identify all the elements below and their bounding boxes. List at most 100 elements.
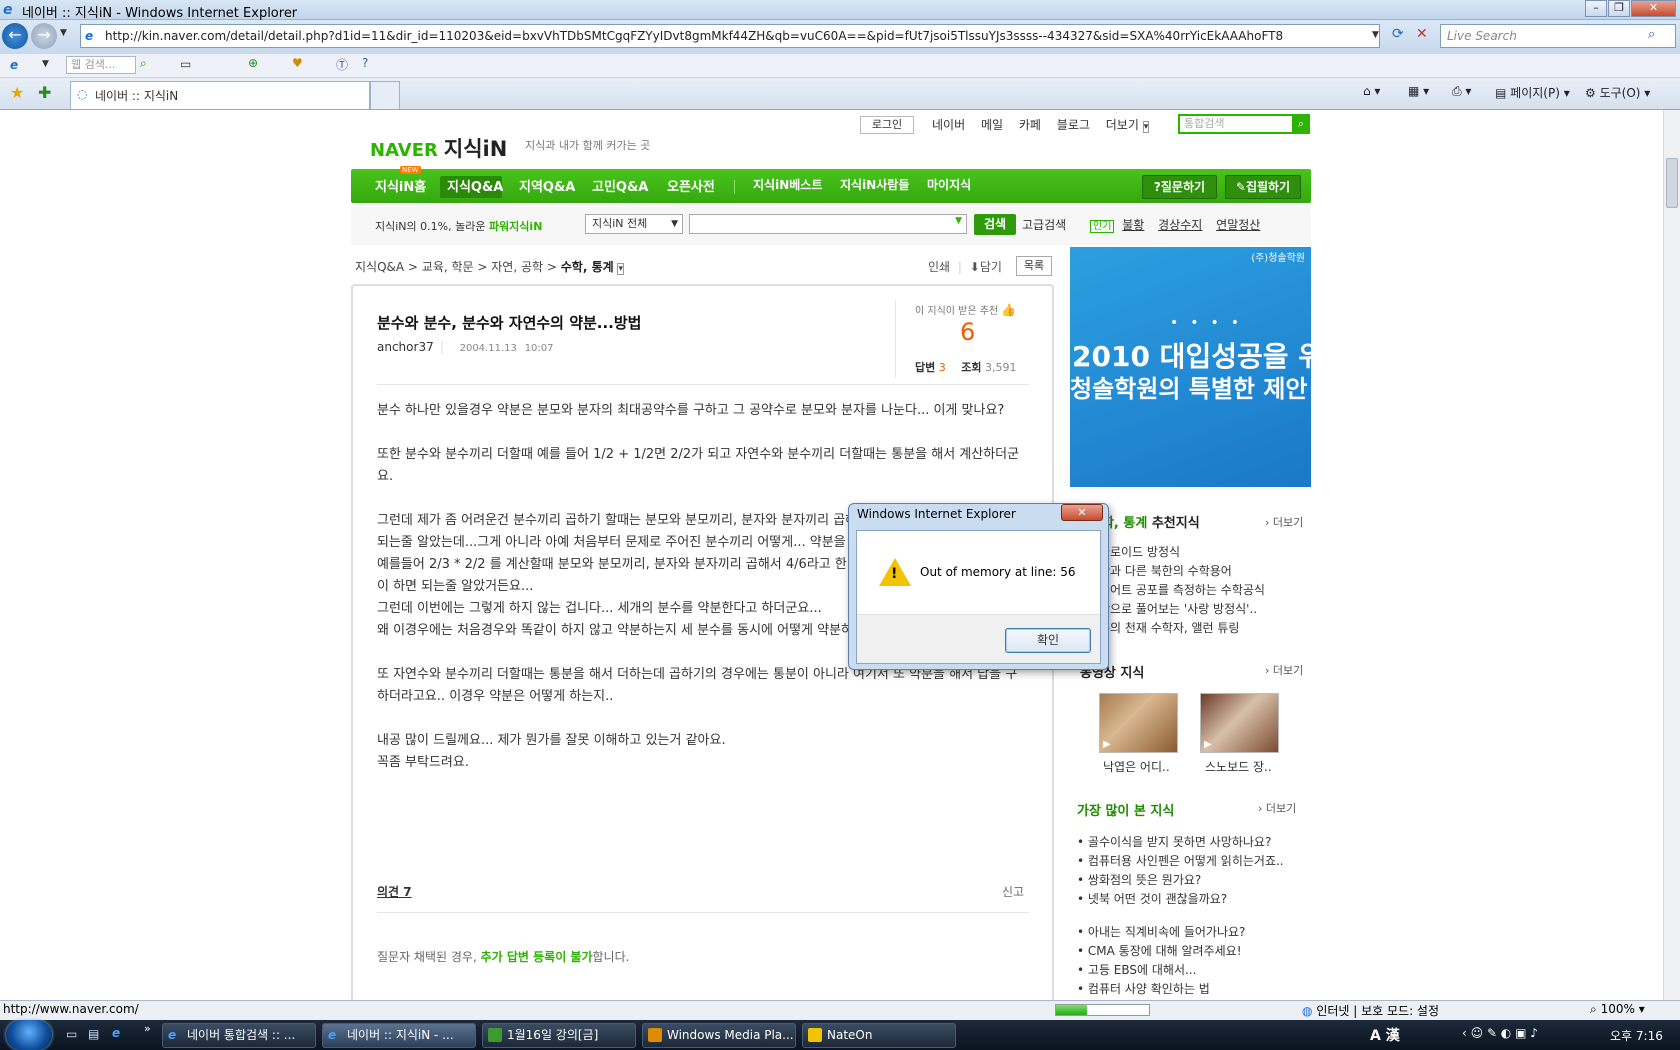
opinions-link[interactable]: 의견 7: [377, 883, 412, 900]
integrated-search-input[interactable]: 통합검색: [1178, 114, 1308, 134]
add-icon[interactable]: ⊕: [248, 56, 258, 70]
feeds-icon[interactable]: ▦ ▾: [1408, 84, 1429, 98]
save-link[interactable]: 담기: [980, 260, 1002, 274]
toolbar-window-icon[interactable]: ▭: [180, 57, 191, 71]
vertical-scrollbar[interactable]: [1663, 110, 1680, 1000]
maximize-button[interactable]: ❐: [1608, 0, 1630, 17]
report-link[interactable]: 신고: [1002, 883, 1024, 900]
favorites-star-icon[interactable]: ★: [10, 83, 24, 102]
list-item[interactable]: • 아내는 직계비속에 들어가나요?: [1077, 923, 1245, 942]
list-button[interactable]: 목록: [1016, 256, 1052, 276]
nav-kin-people[interactable]: 지식iN사람들: [840, 176, 909, 193]
breadcrumb-current[interactable]: 수학, 통계: [561, 260, 614, 274]
more-link[interactable]: › 더보기: [1265, 662, 1303, 678]
list-item[interactable]: • 넷북 어떤 것이 괜찮을까요?: [1077, 890, 1284, 909]
toolbar-logo-icon[interactable]: e: [10, 58, 18, 72]
power-kin-promo[interactable]: 지식iN의 0.1%, 놀라운 파워지식iN: [375, 218, 542, 234]
hot-keyword[interactable]: 연말정산: [1216, 218, 1260, 232]
thumbs-up-icon[interactable]: 👍: [1001, 303, 1016, 317]
breadcrumb-item[interactable]: 지식Q&A: [355, 260, 404, 274]
search-icon[interactable]: ⌕: [1648, 27, 1655, 42]
more-link[interactable]: › 더보기: [1258, 800, 1296, 816]
integrated-search-button[interactable]: ⌕: [1292, 114, 1310, 134]
list-item[interactable]: • 쌍화점의 뜻은 뭔가요?: [1077, 871, 1284, 890]
list-item[interactable]: • CMA 통장에 대해 알려주세요!: [1077, 942, 1245, 961]
print-icon[interactable]: ⎙ ▾: [1452, 84, 1471, 99]
tab-naver-kin[interactable]: ◌ 네이버 :: 지식iN: [70, 81, 370, 109]
taskbar-item[interactable]: NateOn: [802, 1023, 956, 1048]
video-thumbnail[interactable]: ▶: [1200, 693, 1279, 753]
toolbar-dropdown-icon[interactable]: ▼: [42, 59, 49, 69]
ok-button[interactable]: 확인: [1005, 628, 1091, 653]
hot-keyword[interactable]: 경상수지: [1158, 218, 1202, 232]
page-menu[interactable]: ▤ 페이지(P) ▾: [1495, 84, 1570, 101]
top-nav-mail[interactable]: 메일: [981, 118, 1003, 132]
nav-kin-home[interactable]: 지식iN홈: [375, 176, 426, 195]
video-thumbnail[interactable]: ▶: [1099, 693, 1178, 753]
write-button[interactable]: ✎집필하기: [1225, 175, 1301, 199]
top-nav-cafe[interactable]: 카페: [1019, 118, 1041, 132]
nav-my-kin[interactable]: 마이지식: [927, 176, 971, 193]
kin-search-button[interactable]: 검색: [974, 214, 1016, 235]
zoom-level[interactable]: ⌕ 100% ▾: [1590, 1002, 1645, 1017]
breadcrumb-item[interactable]: 교육, 학문: [422, 260, 474, 274]
live-search-input[interactable]: Live Search: [1440, 24, 1676, 48]
list-item[interactable]: • 컴퓨터 사양 확인하는 법: [1077, 980, 1245, 999]
breadcrumb-dropdown-icon[interactable]: ▾: [617, 263, 625, 275]
close-window-button[interactable]: ✕: [1631, 0, 1676, 17]
nav-local-qa[interactable]: 지역Q&A: [519, 176, 575, 195]
new-tab-button[interactable]: [370, 81, 400, 109]
switch-windows-icon[interactable]: ▤: [88, 1027, 99, 1041]
translate-icon[interactable]: Ⓣ: [336, 56, 348, 73]
home-icon[interactable]: ⌂ ▾: [1363, 84, 1380, 98]
help-icon[interactable]: ?: [362, 56, 368, 70]
scrollbar-thumb[interactable]: [1666, 158, 1678, 208]
more-link[interactable]: › 더보기: [1265, 514, 1303, 530]
ask-question-button[interactable]: ?질문하기: [1142, 175, 1217, 199]
nav-kin-best[interactable]: 지식iN베스트: [753, 176, 822, 193]
list-item[interactable]: • 고등 EBS에 대해서...: [1077, 961, 1245, 980]
security-zone[interactable]: ◍ 인터넷 | 보호 모드: 설정: [1302, 1002, 1439, 1019]
stop-icon[interactable]: ✕: [1416, 26, 1428, 42]
nav-kin-qa[interactable]: 지식Q&A: [447, 176, 503, 195]
nav-worry-qa[interactable]: 고민Q&A: [592, 176, 648, 195]
print-link[interactable]: 인쇄: [928, 260, 950, 274]
bookmark-icon[interactable]: ♥: [292, 56, 303, 70]
category-select[interactable]: 지식iN 전체 ▼: [585, 214, 683, 234]
refresh-icon[interactable]: ⟳: [1392, 26, 1404, 42]
taskbar-item[interactable]: 1월16일 강의[금]: [482, 1023, 636, 1048]
list-item[interactable]: • 컴퓨터용 사인펜은 어떻게 읽히는거죠..: [1077, 852, 1284, 871]
show-desktop-icon[interactable]: ▭: [66, 1027, 77, 1041]
minimize-button[interactable]: –: [1585, 0, 1607, 17]
start-button[interactable]: [6, 1020, 52, 1050]
login-button[interactable]: 로그인: [860, 116, 914, 134]
kin-search-input[interactable]: ▼: [689, 214, 967, 234]
author-link[interactable]: anchor37: [377, 340, 434, 354]
forward-button[interactable]: →: [31, 23, 57, 49]
power-kin-link[interactable]: 파워지식iN: [489, 220, 542, 233]
taskbar-item[interactable]: Windows Media Pla...: [642, 1023, 796, 1048]
toolbar-search-icon[interactable]: ⌕: [140, 56, 147, 71]
quicklaunch-more-icon[interactable]: »: [144, 1022, 151, 1035]
address-input[interactable]: http://kin.naver.com/detail/detail.php?d…: [80, 24, 1380, 48]
more-dropdown-icon[interactable]: ▾: [1142, 121, 1150, 133]
video-caption[interactable]: 스노보드 장..: [1205, 758, 1272, 775]
add-favorites-icon[interactable]: ✚: [38, 83, 51, 102]
back-button[interactable]: ←: [2, 23, 28, 49]
list-item[interactable]: • 골수이식을 받지 못하면 사망하나요?: [1077, 833, 1284, 852]
address-dropdown-icon[interactable]: ▼: [1372, 30, 1379, 40]
web-search-input[interactable]: 웹 검색...: [66, 56, 136, 74]
naver-kin-logo[interactable]: NAVER 지식iN: [370, 133, 507, 163]
dialog-close-button[interactable]: ✕: [1061, 504, 1103, 521]
advanced-search-link[interactable]: 고급검색: [1022, 216, 1066, 233]
hot-keyword[interactable]: 불황: [1122, 218, 1144, 232]
taskbar-item[interactable]: e 네이버 통합검색 :: ...: [162, 1023, 316, 1048]
ime-indicator[interactable]: A 漢: [1370, 1025, 1400, 1045]
nav-open-dict[interactable]: 오픈사전: [667, 176, 715, 195]
top-nav-more[interactable]: 더보기: [1106, 118, 1139, 132]
tray-icons[interactable]: ‹ ☺ ✎ ◐ ▣ ♪: [1462, 1026, 1538, 1040]
top-nav-blog[interactable]: 블로그: [1057, 118, 1090, 132]
taskbar-item-active[interactable]: e 네이버 :: 지식iN - ...: [322, 1023, 476, 1048]
top-nav-naver[interactable]: 네이버: [932, 118, 965, 132]
recent-pages-dropdown-icon[interactable]: ▼: [60, 28, 67, 38]
